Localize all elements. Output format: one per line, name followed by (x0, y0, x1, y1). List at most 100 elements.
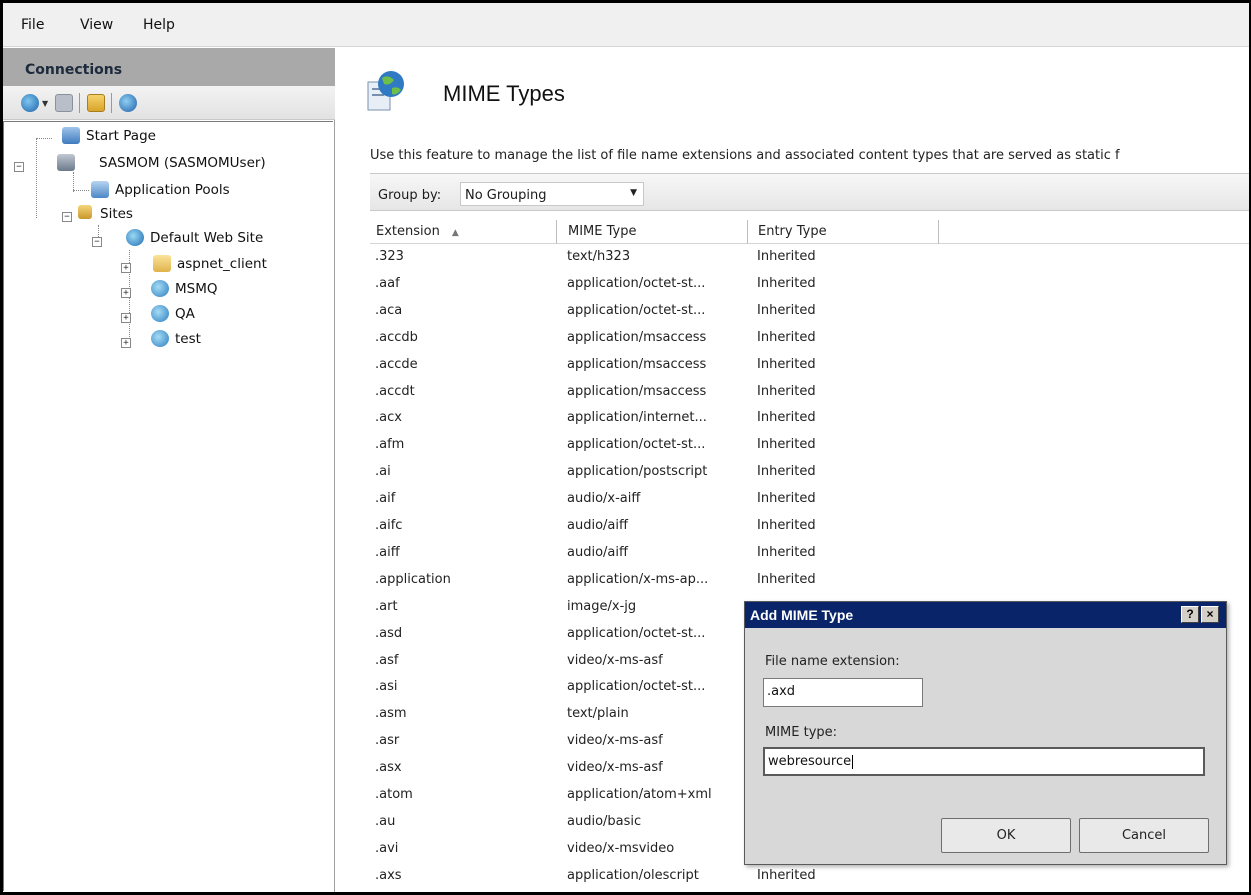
iis-manager-window: File View Help Connections ▼ Start Page … (0, 0, 1251, 895)
text-caret (852, 754, 854, 769)
column-header-mime-type[interactable]: MIME Type (568, 224, 636, 239)
cell-entry-type: Inherited (757, 571, 816, 587)
tree-line (73, 172, 74, 192)
globe-connect-icon[interactable] (21, 94, 39, 112)
cell-extension: .application (375, 571, 451, 587)
tree-item-application-pools[interactable]: Application Pools (91, 181, 230, 198)
list-item[interactable]: .afm application/octet-st... Inherited (370, 434, 1249, 460)
column-header-entry-type[interactable]: Entry Type (758, 224, 827, 239)
cell-entry-type: Inherited (757, 329, 816, 345)
close-button[interactable]: × (1201, 606, 1219, 623)
up-folder-icon[interactable] (87, 94, 105, 112)
cell-mime-type: application/olescript (567, 867, 699, 883)
dialog-title-bar[interactable]: Add MIME Type ? × (745, 602, 1226, 628)
toolbar-separator (111, 93, 112, 113)
column-divider[interactable] (938, 220, 939, 244)
tree-item-test[interactable]: test (151, 330, 201, 347)
list-item[interactable]: .accde application/msaccess Inherited (370, 354, 1249, 380)
collapse-toggle[interactable]: − (62, 212, 72, 222)
list-item[interactable]: .acx application/internet... Inherited (370, 407, 1249, 433)
menu-bar: File View Help (3, 3, 1249, 47)
ok-button[interactable]: OK (941, 818, 1071, 853)
list-item[interactable]: .application application/x-ms-ap... Inheri… (370, 569, 1249, 595)
application-icon (151, 280, 169, 297)
expand-toggle[interactable]: + (121, 313, 131, 323)
list-item[interactable]: .aifc audio/aiff Inherited (370, 515, 1249, 541)
tree-item-msmq[interactable]: MSMQ (151, 280, 218, 297)
expand-toggle[interactable]: + (121, 263, 131, 273)
tree-item-sites[interactable]: Sites (78, 205, 133, 222)
cell-mime-type: audio/basic (567, 813, 642, 829)
cell-mime-type: application/octet-st... (567, 437, 706, 453)
chevron-down-icon: ▼ (630, 188, 637, 198)
tree-item-start-page[interactable]: Start Page (62, 127, 156, 144)
collapse-toggle[interactable]: − (92, 237, 102, 247)
save-icon[interactable] (55, 94, 73, 112)
cell-entry-type: Inherited (757, 464, 816, 480)
tree-item-label: Application Pools (115, 182, 230, 198)
cell-extension: .asi (375, 679, 398, 695)
cell-extension: .avi (375, 840, 399, 856)
sites-folder-icon (78, 205, 92, 219)
expand-toggle[interactable]: + (121, 288, 131, 298)
list-item[interactable]: .axs application/olescript Inherited (370, 865, 1249, 891)
connections-title: Connections (25, 62, 123, 78)
column-divider[interactable] (747, 220, 748, 244)
tree-item-label: Sites (100, 206, 133, 222)
cell-extension: .aif (375, 491, 396, 507)
list-item[interactable]: .aif audio/x-aiff Inherited (370, 488, 1249, 514)
column-header-extension[interactable]: Extension ▲ (376, 224, 459, 239)
group-by-select[interactable]: No Grouping ▼ (460, 182, 644, 206)
cell-extension: .afm (375, 437, 405, 453)
mime-type-input[interactable]: webresource (763, 747, 1205, 776)
tree-item-aspnet-client[interactable]: aspnet_client (153, 255, 267, 272)
menu-file[interactable]: File (21, 17, 44, 33)
cell-mime-type: text/h323 (567, 249, 631, 264)
dropdown-arrow-icon[interactable]: ▼ (42, 99, 48, 108)
tree-item-label: Start Page (86, 128, 156, 144)
tree-item-qa[interactable]: QA (151, 305, 195, 322)
toolbar-separator (79, 93, 80, 113)
list-item[interactable]: .accdt application/msaccess Inherited (370, 381, 1249, 407)
cancel-button[interactable]: Cancel (1079, 818, 1209, 853)
help-button[interactable]: ? (1181, 606, 1199, 623)
disconnect-icon[interactable] (119, 94, 137, 112)
cell-extension: .asr (375, 733, 400, 749)
cell-mime-type: audio/aiff (567, 518, 628, 533)
cell-mime-type: application/msaccess (567, 329, 707, 345)
list-item[interactable]: .aaf application/octet-st... Inherited (370, 273, 1249, 299)
menu-view[interactable]: View (80, 17, 113, 33)
tree-item-label: QA (175, 306, 195, 322)
mime-type-value: webresource (768, 754, 852, 769)
list-item[interactable]: .323 text/h323 Inherited (370, 246, 1249, 272)
file-extension-value: .axd (767, 684, 796, 699)
connections-pane: Connections ▼ Start Page − SASMOM (SASMO… (3, 48, 335, 892)
list-item[interactable]: .aca application/octet-st... Inherited (370, 300, 1249, 326)
cell-entry-type: Inherited (757, 491, 816, 507)
cell-mime-type: application/octet-st... (567, 275, 706, 291)
cell-mime-type: video/x-ms-asf (567, 733, 663, 749)
cell-entry-type: Inherited (757, 275, 816, 291)
cell-mime-type: application/octet-st... (567, 302, 706, 318)
cell-extension: .acx (375, 410, 402, 426)
menu-help[interactable]: Help (143, 17, 175, 33)
cell-mime-type: image/x-jg (567, 598, 637, 614)
file-extension-label: File name extension: (765, 654, 900, 669)
tree-item-default-web-site[interactable]: Default Web Site (126, 229, 263, 246)
expand-toggle[interactable]: + (121, 338, 131, 348)
website-globe-icon (126, 229, 144, 246)
list-item[interactable]: .aiff audio/aiff Inherited (370, 542, 1249, 568)
collapse-toggle[interactable]: − (14, 162, 24, 172)
application-icon (151, 305, 169, 322)
cell-extension: .au (375, 813, 396, 829)
file-extension-input[interactable]: .axd (763, 678, 923, 707)
group-by-label: Group by: (378, 188, 442, 203)
folder-icon (153, 255, 171, 272)
server-icon (57, 154, 75, 171)
column-divider[interactable] (556, 220, 557, 244)
list-item[interactable]: .accdb application/msaccess Inherited (370, 327, 1249, 353)
list-item[interactable]: .ai application/postscript Inherited (370, 461, 1249, 487)
tree-item-label: SASMOM (SASMOMUser) (99, 155, 266, 171)
tree-item-server[interactable]: SASMOM (SASMOMUser) (57, 154, 266, 171)
cell-entry-type: Inherited (757, 410, 816, 426)
